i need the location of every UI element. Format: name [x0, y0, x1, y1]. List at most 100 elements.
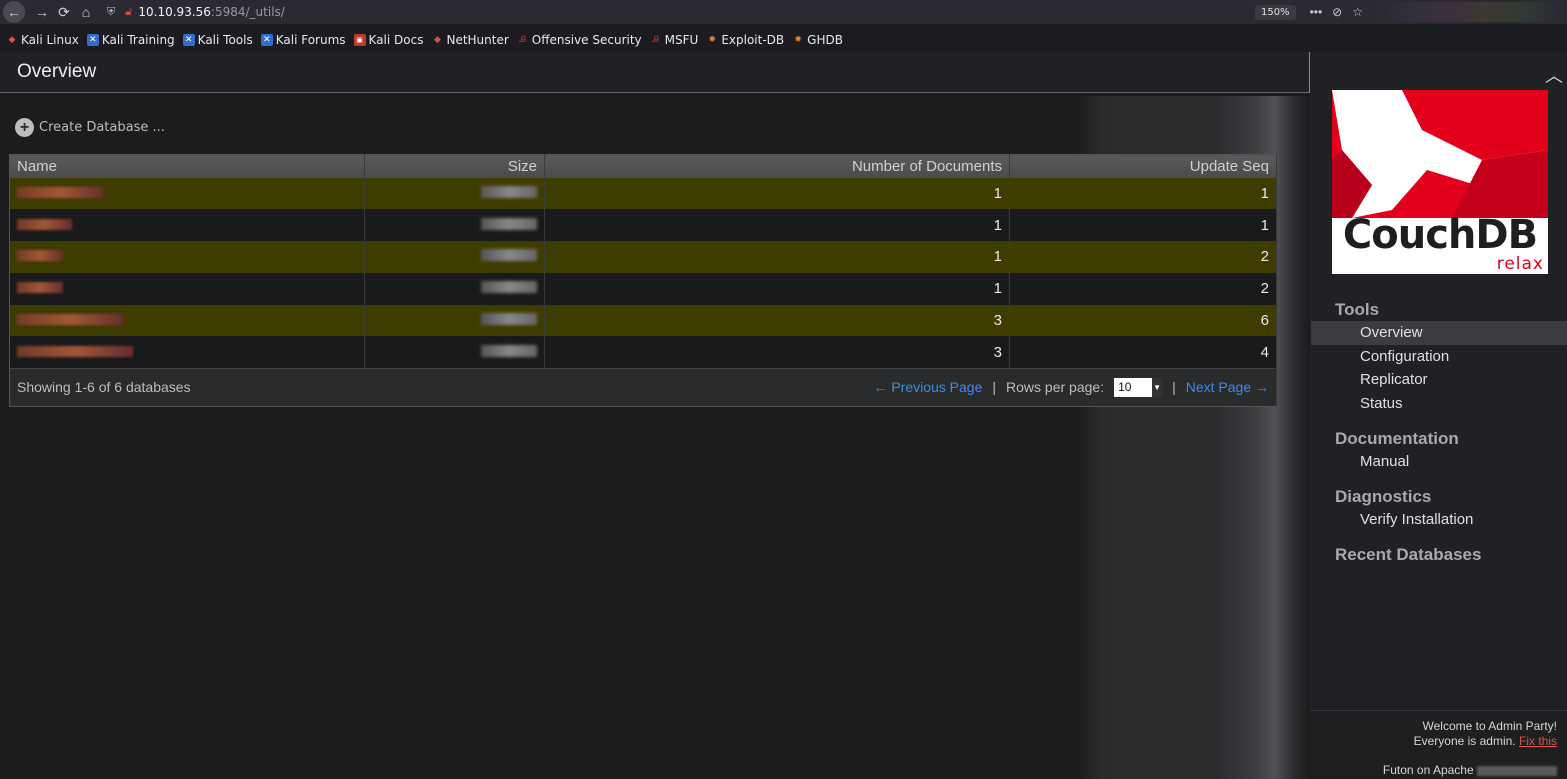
kali-tools-icon: ✕ [182, 34, 195, 46]
relaxing-figure-icon [1332, 90, 1548, 218]
bookmark-ghdb[interactable]: ✹ GHDB [792, 33, 843, 47]
redacted-name [17, 186, 103, 198]
column-header-size[interactable]: Size [364, 154, 545, 178]
futon-label: Futon on Apache [1382, 763, 1474, 777]
redacted-size [481, 249, 537, 262]
sidebar-footer: Welcome to Admin Party! Everyone is admi… [1310, 710, 1567, 779]
table-row[interactable]: 1 1 [9, 209, 1277, 242]
insecure-lock-icon[interactable]: 🔓︎ [125, 5, 132, 19]
bookmark-kali-training[interactable]: ✕ Kali Training [86, 33, 175, 47]
database-name-link[interactable] [9, 209, 365, 242]
nav-item-status[interactable]: Status [1311, 392, 1567, 416]
logo-wordmark: CouchDB [1342, 212, 1538, 258]
pocket-icon[interactable]: ⊘ [1332, 5, 1342, 19]
database-size [364, 177, 545, 210]
more-actions-icon[interactable]: ••• [1310, 5, 1323, 19]
offsec-icon: Ꭿ [519, 35, 527, 45]
redacted-size [481, 281, 537, 294]
column-header-documents[interactable]: Number of Documents [544, 154, 1010, 178]
kali-forums-icon: ✕ [260, 34, 273, 46]
database-size [364, 304, 545, 337]
nav-item-manual[interactable]: Manual [1311, 450, 1567, 474]
redacted-size [481, 217, 537, 230]
back-arrow-icon[interactable]: ← [3, 1, 25, 23]
section-title-documentation: Documentation [1335, 429, 1459, 448]
bookmark-star-icon[interactable]: ☆ [1352, 5, 1363, 19]
showing-count: Showing 1-6 of 6 databases [17, 379, 191, 396]
previous-page-link[interactable]: ← Previous Page [873, 379, 982, 395]
bookmark-label: GHDB [807, 33, 843, 47]
update-seq: 2 [1009, 272, 1277, 305]
rows-per-page-label: Rows per page: [1006, 379, 1105, 396]
bookmark-label: Kali Forums [275, 33, 346, 47]
main-content: Overview + Create Database ... Name Size… [0, 52, 1310, 779]
table-row[interactable]: 1 2 [9, 272, 1277, 305]
reload-icon[interactable]: ⟳ [53, 1, 75, 23]
database-size [364, 336, 545, 369]
admin-notice: Everyone is admin. Fix this [1310, 734, 1557, 749]
home-icon[interactable]: ⌂ [75, 1, 97, 23]
exploit-db-icon: ✹ [708, 35, 717, 45]
bookmark-exploit-db[interactable]: ✹ Exploit-DB [706, 33, 785, 47]
database-name-link[interactable] [9, 241, 365, 273]
bookmark-label: MSFU [664, 33, 699, 47]
create-database-label: Create Database ... [39, 120, 165, 135]
doc-count: 3 [544, 336, 1010, 369]
forward-arrow-icon[interactable]: → [31, 1, 53, 23]
nav-item-overview[interactable]: Overview [1311, 321, 1567, 345]
shield-icon[interactable]: ⛨ [107, 5, 115, 19]
table-row[interactable]: 1 2 [9, 241, 1277, 273]
documentation-nav: Manual [1311, 450, 1567, 474]
bookmark-label: Kali Tools [197, 33, 253, 47]
bookmark-kali-tools[interactable]: ✕ Kali Tools [182, 33, 253, 47]
doc-count: 1 [544, 272, 1010, 305]
kali-docs-icon: ▣ [353, 34, 366, 46]
update-seq: 1 [1009, 209, 1277, 242]
update-seq: 1 [1009, 177, 1277, 210]
table-row[interactable]: 3 4 [9, 336, 1277, 369]
bookmark-label: Kali Training [101, 33, 175, 47]
database-name-link[interactable] [9, 304, 365, 337]
nav-item-configuration[interactable]: Configuration [1311, 345, 1567, 369]
nav-item-replicator[interactable]: Replicator [1311, 368, 1567, 392]
kali-dragon-icon: ◆ [8, 35, 16, 45]
database-name-link[interactable] [9, 177, 365, 210]
nethunter-icon: ◆ [434, 35, 441, 45]
bookmark-nethunter[interactable]: ◆ NetHunter [431, 33, 509, 47]
collapse-sidebar-icon[interactable]: ︿ [1545, 62, 1563, 88]
database-size [364, 241, 545, 273]
table-row[interactable]: 1 1 [9, 177, 1277, 210]
bookmark-offensive-security[interactable]: Ꭿ Offensive Security [517, 33, 642, 47]
bookmark-kali-forums[interactable]: ✕ Kali Forums [260, 33, 346, 47]
table-header-row: Name Size Number of Documents Update Seq [9, 154, 1277, 178]
table-footer: Showing 1-6 of 6 databases ← Previous Pa… [9, 367, 1277, 407]
database-name-link[interactable] [9, 272, 365, 305]
bookmark-msfu[interactable]: Ꭿ MSFU [650, 33, 699, 47]
column-header-update-seq[interactable]: Update Seq [1009, 154, 1277, 178]
url-path: :5984/_utils/ [210, 5, 285, 19]
create-database-button[interactable]: + Create Database ... [15, 118, 165, 137]
rows-per-page-select[interactable]: 10 ▼ [1114, 377, 1163, 397]
next-page-link[interactable]: Next Page → [1186, 379, 1269, 395]
browser-toolbar: ← → ⟳ ⌂ ⛨ 🔓︎ 10.10.93.56:5984/_utils/ 15… [0, 0, 1567, 24]
logo-tagline: relax [1496, 254, 1544, 274]
address-bar[interactable]: ⛨ 🔓︎ 10.10.93.56:5984/_utils/ [103, 2, 1255, 22]
section-title-diagnostics: Diagnostics [1335, 487, 1432, 506]
redacted-name [17, 345, 133, 357]
diagnostics-nav: Verify Installation [1311, 508, 1567, 532]
bookmark-kali-docs[interactable]: ▣ Kali Docs [353, 33, 423, 47]
doc-count: 3 [544, 304, 1010, 337]
table-row[interactable]: 3 6 [9, 304, 1277, 337]
column-header-name[interactable]: Name [9, 154, 365, 178]
redacted-name [17, 314, 123, 326]
zoom-level-badge[interactable]: 150% [1254, 4, 1296, 20]
table-footer-row: Showing 1-6 of 6 databases ← Previous Pa… [9, 367, 1277, 407]
bookmark-kali-linux[interactable]: ◆ Kali Linux [6, 33, 79, 47]
fix-this-link[interactable]: Fix this [1519, 734, 1557, 748]
nav-item-verify-installation[interactable]: Verify Installation [1311, 508, 1567, 532]
database-name-link[interactable] [9, 336, 365, 369]
extensions-area[interactable] [1379, 2, 1559, 22]
section-title-recent-databases: Recent Databases [1335, 545, 1482, 564]
title-bar: Overview [0, 52, 1310, 93]
pagination: ← Previous Page | Rows per page: 10 ▼ | N… [873, 377, 1269, 397]
